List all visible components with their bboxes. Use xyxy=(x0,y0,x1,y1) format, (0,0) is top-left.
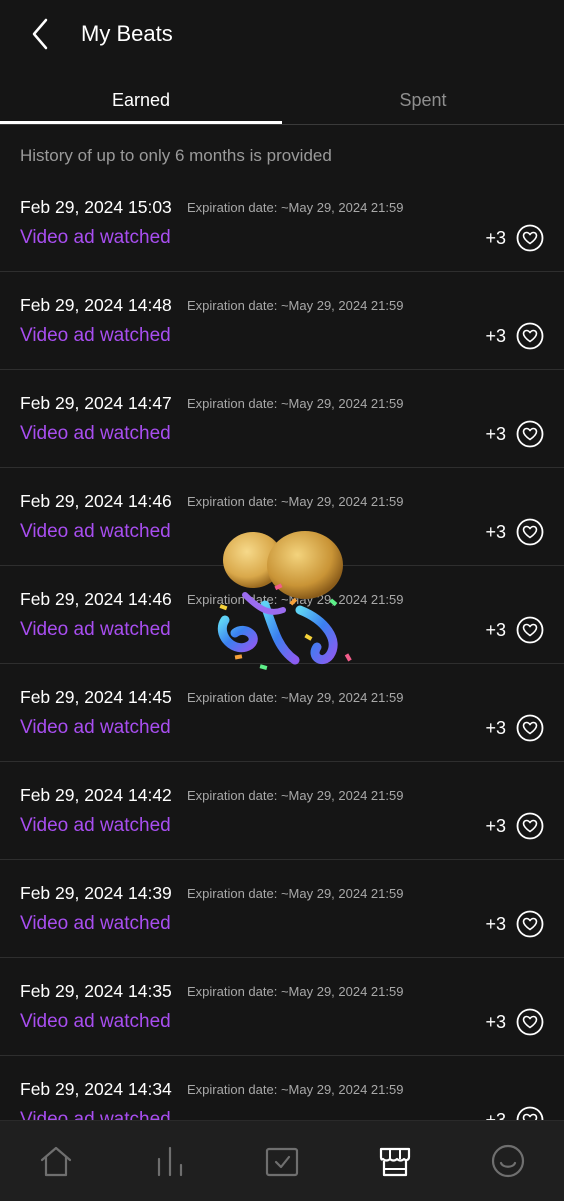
item-amount: +3 xyxy=(485,718,506,738)
item-expiration: Expiration date: ~May 29, 2024 21:59 xyxy=(187,494,404,509)
tab-spent[interactable]: Spent xyxy=(282,78,564,122)
item-date: Feb 29, 2024 14:39 xyxy=(20,883,172,903)
item-description: Video ad watched xyxy=(20,815,171,836)
item-date: Feb 29, 2024 14:46 xyxy=(20,491,172,511)
item-amount: +3 xyxy=(485,228,506,248)
item-description: Video ad watched xyxy=(20,423,171,444)
history-notice: History of up to only 6 months is provid… xyxy=(20,146,332,165)
celebration-sticker xyxy=(217,531,352,670)
item-description: Video ad watched xyxy=(20,913,171,934)
list-item[interactable]: Feb 29, 2024 14:47 Expiration date: ~May… xyxy=(0,370,564,468)
item-amount: +3 xyxy=(485,1110,506,1120)
beat-heart-icon xyxy=(516,420,544,448)
item-expiration: Expiration date: ~May 29, 2024 21:59 xyxy=(187,788,404,803)
beat-heart-icon xyxy=(516,616,544,644)
chevron-left-icon xyxy=(32,18,48,50)
item-date: Feb 29, 2024 14:45 xyxy=(20,687,172,707)
item-expiration: Expiration date: ~May 29, 2024 21:59 xyxy=(187,200,404,215)
page-title: My Beats xyxy=(81,21,173,46)
library-icon xyxy=(265,1147,299,1177)
item-amount: +3 xyxy=(485,1012,506,1032)
item-date: Feb 29, 2024 14:46 xyxy=(20,589,172,609)
item-date: Feb 29, 2024 14:48 xyxy=(20,295,172,315)
beat-heart-icon xyxy=(516,224,544,252)
list-item[interactable]: Feb 29, 2024 14:42 Expiration date: ~May… xyxy=(0,762,564,860)
item-expiration: Expiration date: ~May 29, 2024 21:59 xyxy=(187,984,404,999)
beat-heart-icon xyxy=(516,1008,544,1036)
item-amount: +3 xyxy=(485,816,506,836)
beat-heart-icon xyxy=(516,910,544,938)
item-description: Video ad watched xyxy=(20,1109,171,1120)
item-expiration: Expiration date: ~May 29, 2024 21:59 xyxy=(187,886,404,901)
nav-profile[interactable] xyxy=(488,1141,528,1181)
item-expiration: Expiration date: ~May 29, 2024 21:59 xyxy=(187,690,404,705)
item-amount: +3 xyxy=(485,326,506,346)
back-button[interactable] xyxy=(24,14,56,54)
list-item[interactable]: Feb 29, 2024 14:35 Expiration date: ~May… xyxy=(0,958,564,1056)
item-date: Feb 29, 2024 15:03 xyxy=(20,197,172,217)
list-item[interactable]: Feb 29, 2024 14:34 Expiration date: ~May… xyxy=(0,1056,564,1120)
list-item[interactable]: Feb 29, 2024 15:03 Expiration date: ~May… xyxy=(0,174,564,272)
charts-icon xyxy=(157,1146,183,1177)
item-date: Feb 29, 2024 14:42 xyxy=(20,785,172,805)
tab-bar: Earned Spent xyxy=(0,78,564,125)
item-description: Video ad watched xyxy=(20,717,171,738)
item-amount: +3 xyxy=(485,620,506,640)
bottom-navigation xyxy=(0,1120,564,1201)
store-icon xyxy=(379,1147,411,1177)
item-amount: +3 xyxy=(485,522,506,542)
item-date: Feb 29, 2024 14:47 xyxy=(20,393,172,413)
beat-heart-icon xyxy=(516,1106,544,1120)
tab-earned[interactable]: Earned xyxy=(0,78,282,122)
beat-heart-icon xyxy=(516,812,544,840)
home-icon xyxy=(40,1146,72,1177)
item-expiration: Expiration date: ~May 29, 2024 21:59 xyxy=(187,396,404,411)
item-description: Video ad watched xyxy=(20,1011,171,1032)
beat-heart-icon xyxy=(516,518,544,546)
item-date: Feb 29, 2024 14:34 xyxy=(20,1079,172,1099)
app-header: My Beats xyxy=(0,0,564,70)
item-description: Video ad watched xyxy=(20,521,171,542)
item-description: Video ad watched xyxy=(20,619,171,640)
list-item[interactable]: Feb 29, 2024 14:45 Expiration date: ~May… xyxy=(0,664,564,762)
beat-heart-icon xyxy=(516,322,544,350)
item-expiration: Expiration date: ~May 29, 2024 21:59 xyxy=(187,1082,404,1097)
list-item[interactable]: Feb 29, 2024 14:48 Expiration date: ~May… xyxy=(0,272,564,370)
item-date: Feb 29, 2024 14:35 xyxy=(20,981,172,1001)
nav-store[interactable] xyxy=(375,1141,415,1181)
list-item[interactable]: Feb 29, 2024 14:39 Expiration date: ~May… xyxy=(0,860,564,958)
nav-home[interactable] xyxy=(36,1141,76,1181)
nav-charts[interactable] xyxy=(150,1141,190,1181)
beat-heart-icon xyxy=(516,714,544,742)
active-tab-indicator xyxy=(0,121,282,124)
item-description: Video ad watched xyxy=(20,227,171,248)
nav-library[interactable] xyxy=(262,1141,302,1181)
profile-icon xyxy=(491,1144,525,1178)
item-description: Video ad watched xyxy=(20,325,171,346)
item-amount: +3 xyxy=(485,424,506,444)
item-expiration: Expiration date: ~May 29, 2024 21:59 xyxy=(187,298,404,313)
item-amount: +3 xyxy=(485,914,506,934)
